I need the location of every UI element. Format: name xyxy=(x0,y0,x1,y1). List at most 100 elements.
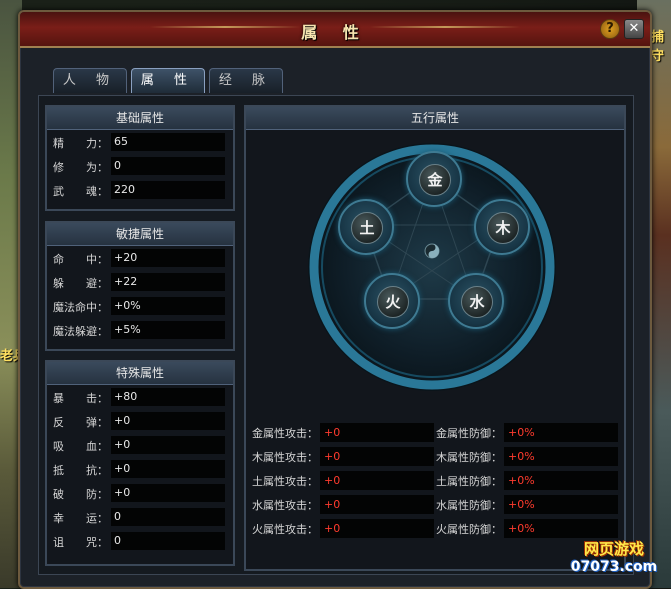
attack-value: +0 xyxy=(320,423,434,442)
window-title: 属 性 xyxy=(301,23,369,42)
special-attributes-heading: 特殊属性 xyxy=(47,362,233,385)
stat-value: +0 xyxy=(111,484,225,502)
defense-value: +0% xyxy=(504,447,618,466)
element-symbol: 水 xyxy=(461,286,493,318)
help-button[interactable]: ? xyxy=(600,19,620,39)
basic-attributes-heading: 基础属性 xyxy=(47,107,233,130)
agility-attributes-panel: 敏捷属性 命 中： +20 躲 避： +22 魔法命中： +0% 魔法躲避： +… xyxy=(45,221,235,351)
attack-label: 水属性攻击： xyxy=(252,499,318,512)
element-symbol: 木 xyxy=(487,212,519,244)
defense-label: 木属性防御： xyxy=(436,451,502,464)
stat-label: 幸 运： xyxy=(53,512,108,525)
wood-element-icon[interactable]: 木 xyxy=(474,199,530,255)
stat-label: 魔法躲避： xyxy=(53,325,108,338)
element-stat-row: 金属性攻击： +0 金属性防御： +0% xyxy=(250,421,620,445)
stat-label: 吸 血： xyxy=(53,440,108,453)
stat-label: 精 力： xyxy=(53,137,108,150)
stat-label: 魔法命中： xyxy=(53,301,108,314)
attack-value: +0 xyxy=(320,519,434,538)
watermark-line2: 07073.com xyxy=(570,559,658,575)
stat-label: 暴 击： xyxy=(53,392,108,405)
site-watermark: 网页游戏 07073.com xyxy=(559,538,669,586)
agility-attributes-heading: 敏捷属性 xyxy=(47,223,233,246)
tab-bar: 人 物 属 性 经 脉 xyxy=(53,68,283,94)
element-symbol: 金 xyxy=(419,164,451,196)
attack-value: +0 xyxy=(320,447,434,466)
stat-row-reflect: 反 弹： +0 xyxy=(47,409,233,433)
metal-element-icon[interactable]: 金 xyxy=(406,151,462,207)
element-stat-row: 土属性攻击： +0 土属性防御： +0% xyxy=(250,469,620,493)
stat-value: 0 xyxy=(111,508,225,526)
defense-value: +0% xyxy=(504,471,618,490)
stat-value: +20 xyxy=(111,249,225,267)
attack-value: +0 xyxy=(320,471,434,490)
element-stat-row: 水属性攻击： +0 水属性防御： +0% xyxy=(250,493,620,517)
stat-row-curse: 诅 咒： 0 xyxy=(47,529,233,553)
stat-row-resist: 抵 抗： +0 xyxy=(47,457,233,481)
attack-value: +0 xyxy=(320,495,434,514)
attack-label: 土属性攻击： xyxy=(252,475,318,488)
yin-yang-icon xyxy=(424,243,440,259)
stat-label: 破 防： xyxy=(53,488,108,501)
defense-label: 金属性防御： xyxy=(436,427,502,440)
attack-label: 木属性攻击： xyxy=(252,451,318,464)
stat-row-magic-hit: 魔法命中： +0% xyxy=(47,294,233,318)
stat-label: 武 魂： xyxy=(53,185,108,198)
defense-label: 水属性防御： xyxy=(436,499,502,512)
stat-label: 抵 抗： xyxy=(53,464,108,477)
earth-element-icon[interactable]: 土 xyxy=(338,199,394,255)
stat-row-magic-dodge: 魔法躲避： +5% xyxy=(47,318,233,342)
stat-value: +0 xyxy=(111,412,225,430)
stat-value: 220 xyxy=(111,181,225,199)
stat-label: 命 中： xyxy=(53,253,108,266)
special-attributes-panel: 特殊属性 暴 击： +80 反 弹： +0 吸 血： +0 抵 抗： +0 破 … xyxy=(45,360,235,566)
five-elements-panel: 五行属性 金 木 水 火 土 金属性攻击： +0 金属性防御： +0% 木属性攻… xyxy=(244,105,626,571)
stat-label: 躲 避： xyxy=(53,277,108,290)
stat-value: +0 xyxy=(111,436,225,454)
stat-row-energy: 精 力： 65 xyxy=(47,130,233,154)
defense-label: 土属性防御： xyxy=(436,475,502,488)
window-titlebar[interactable]: 属 性 ? ✕ xyxy=(20,12,650,48)
defense-label: 火属性防御： xyxy=(436,523,502,536)
stat-value: +0 xyxy=(111,460,225,478)
attributes-window: 属 性 ? ✕ 人 物 属 性 经 脉 基础属性 精 力： 65 修 为： 0 … xyxy=(18,10,652,589)
stat-label: 修 为： xyxy=(53,161,108,174)
watermark-line1: 网页游戏 xyxy=(583,540,644,558)
basic-attributes-panel: 基础属性 精 力： 65 修 为： 0 武 魂： 220 xyxy=(45,105,235,211)
attributes-content: 基础属性 精 力： 65 修 为： 0 武 魂： 220 敏捷属性 命 中： +… xyxy=(38,95,634,575)
stat-row-critical: 暴 击： +80 xyxy=(47,385,233,409)
stat-row-cultivation: 修 为： 0 xyxy=(47,154,233,178)
stat-value: 0 xyxy=(111,532,225,550)
stat-label: 诅 咒： xyxy=(53,536,108,549)
element-symbol: 火 xyxy=(377,286,409,318)
close-button[interactable]: ✕ xyxy=(624,19,644,39)
element-symbol: 土 xyxy=(351,212,383,244)
stat-row-armor-break: 破 防： +0 xyxy=(47,481,233,505)
stat-row-luck: 幸 运： 0 xyxy=(47,505,233,529)
stat-value: 0 xyxy=(111,157,225,175)
attack-label: 火属性攻击： xyxy=(252,523,318,536)
element-stat-row: 木属性攻击： +0 木属性防御： +0% xyxy=(250,445,620,469)
stat-value: +22 xyxy=(111,273,225,291)
npc-name-label-right[interactable]: 捕守 xyxy=(651,26,671,64)
water-element-icon[interactable]: 水 xyxy=(448,273,504,329)
tab-attributes[interactable]: 属 性 xyxy=(131,68,205,93)
stat-value: +0% xyxy=(111,297,225,315)
tab-character[interactable]: 人 物 xyxy=(53,68,127,93)
five-elements-heading: 五行属性 xyxy=(246,107,624,130)
stat-value: 65 xyxy=(111,133,225,151)
stat-label: 反 弹： xyxy=(53,416,108,429)
defense-value: +0% xyxy=(504,519,618,538)
stat-value: +80 xyxy=(111,388,225,406)
stat-row-lifesteal: 吸 血： +0 xyxy=(47,433,233,457)
tab-meridians[interactable]: 经 脉 xyxy=(209,68,283,93)
stat-row-hit: 命 中： +20 xyxy=(47,246,233,270)
defense-value: +0% xyxy=(504,495,618,514)
stat-value: +5% xyxy=(111,321,225,339)
stat-row-dodge: 躲 避： +22 xyxy=(47,270,233,294)
element-stats-grid: 金属性攻击： +0 金属性防御： +0% 木属性攻击： +0 木属性防御： +0… xyxy=(250,421,620,541)
attack-label: 金属性攻击： xyxy=(252,427,318,440)
fire-element-icon[interactable]: 火 xyxy=(364,273,420,329)
stat-row-martial-soul: 武 魂： 220 xyxy=(47,178,233,202)
defense-value: +0% xyxy=(504,423,618,442)
